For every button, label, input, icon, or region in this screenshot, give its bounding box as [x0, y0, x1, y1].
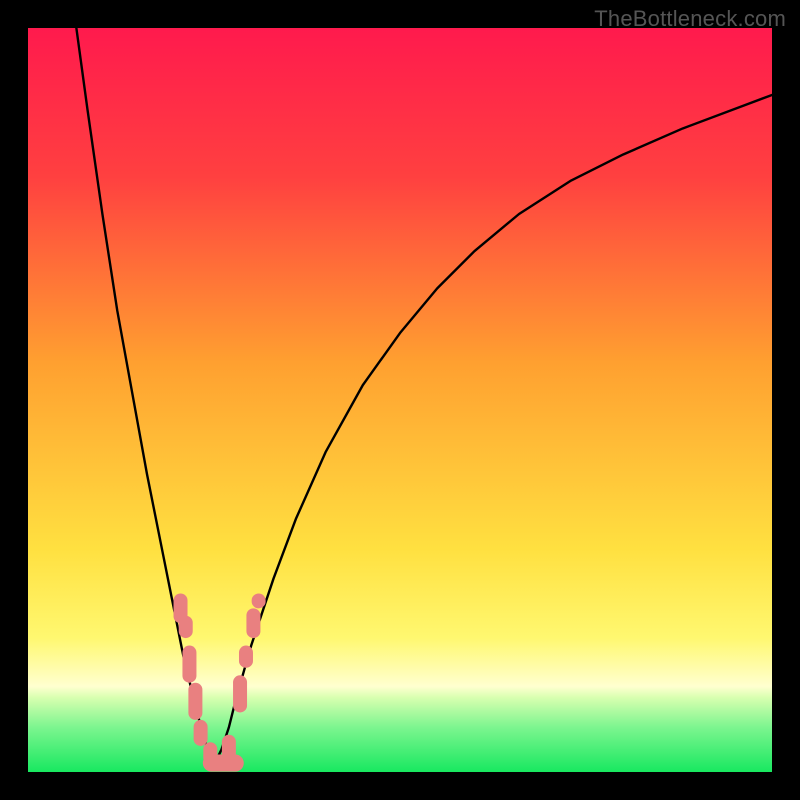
marker-seg-3	[188, 683, 202, 720]
marker-seg-4	[194, 720, 208, 746]
marker-seg-1	[179, 616, 193, 638]
bottleneck-chart	[28, 28, 772, 772]
gradient-background	[28, 28, 772, 772]
marker-seg-9	[246, 608, 260, 638]
watermark-text: TheBottleneck.com	[594, 6, 786, 32]
marker-seg-10	[252, 593, 266, 608]
chart-frame: TheBottleneck.com	[0, 0, 800, 800]
marker-seg-2	[182, 646, 196, 683]
marker-bottom-bar	[203, 755, 244, 772]
marker-seg-7	[233, 675, 247, 712]
marker-seg-8	[239, 646, 253, 668]
